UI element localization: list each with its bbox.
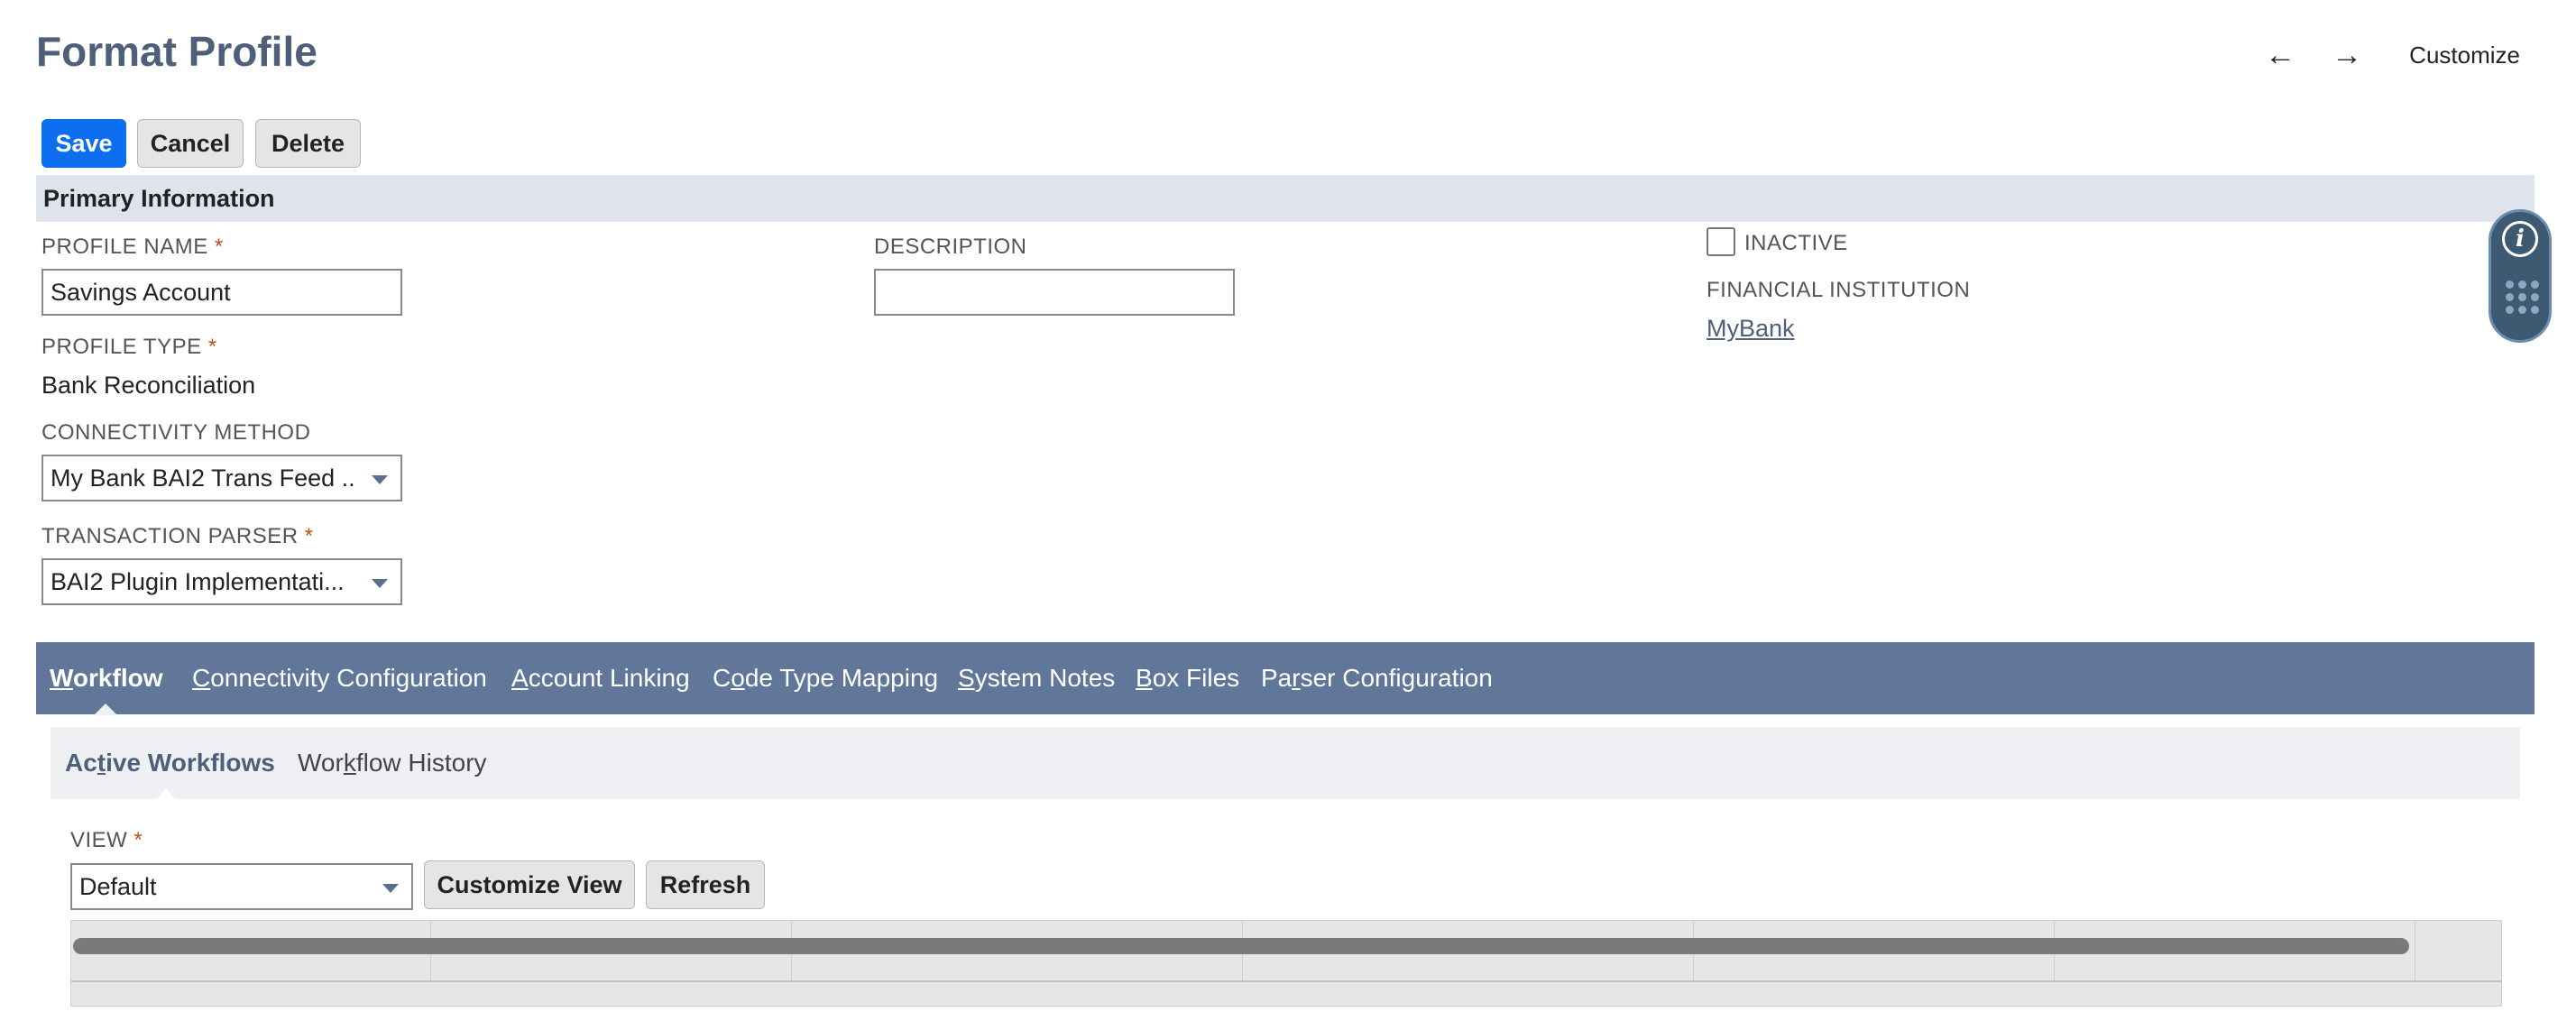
tab-accesskey: r bbox=[1292, 664, 1301, 692]
tab-accesskey: o bbox=[731, 664, 745, 692]
customize-link[interactable]: Customize bbox=[2409, 41, 2520, 69]
tab-box-files[interactable]: Box Files bbox=[1136, 642, 1239, 714]
customize-view-button[interactable]: Customize View bbox=[424, 860, 635, 909]
tab-account-linking[interactable]: Account Linking bbox=[511, 642, 690, 714]
description-label: DESCRIPTION bbox=[874, 235, 1027, 259]
tab-label: ox Files bbox=[1152, 664, 1240, 692]
tab-accesskey: C bbox=[192, 664, 211, 692]
section-title: Primary Information bbox=[43, 184, 275, 212]
left-arrow-icon[interactable]: ← bbox=[2265, 38, 2295, 73]
tab-accesskey: S bbox=[958, 664, 975, 692]
profile-name-label-text: PROFILE NAME bbox=[41, 235, 208, 259]
chevron-down-icon bbox=[372, 475, 388, 484]
subtab-accesskey: k bbox=[343, 749, 356, 777]
tab-code-type-mapping[interactable]: Code Type Mapping bbox=[713, 642, 938, 714]
tab-label: orkflow bbox=[72, 664, 163, 692]
cancel-button[interactable]: Cancel bbox=[137, 119, 244, 168]
tab-label: ser Configuration bbox=[1300, 664, 1493, 692]
transaction-parser-select[interactable]: BAI2 Plugin Implementati... bbox=[41, 558, 402, 605]
active-subtab-pointer bbox=[155, 789, 177, 800]
page-title: Format Profile bbox=[36, 28, 317, 75]
connectivity-method-select[interactable]: My Bank BAI2 Trans Feed ... bbox=[41, 455, 402, 501]
delete-button[interactable]: Delete bbox=[255, 119, 361, 168]
tab-label: onnectivity Configuration bbox=[210, 664, 487, 692]
required-mark: * bbox=[304, 524, 314, 548]
profile-name-field[interactable]: Savings Account bbox=[41, 269, 402, 316]
grid-divider bbox=[71, 980, 2501, 982]
profile-type-label: PROFILE TYPE * bbox=[41, 335, 217, 360]
inactive-label: INACTIVE bbox=[1744, 231, 1848, 255]
apps-grid-icon[interactable] bbox=[2506, 281, 2539, 314]
active-tab-pointer bbox=[94, 704, 117, 715]
financial-institution-link[interactable]: MyBank bbox=[1707, 315, 1795, 343]
financial-institution-label: FINANCIAL INSTITUTION bbox=[1707, 278, 1971, 302]
subtab-bar: Active Workflows Workflow History bbox=[51, 727, 2520, 799]
connectivity-method-value: My Bank BAI2 Trans Feed ... bbox=[51, 465, 355, 492]
profile-type-label-text: PROFILE TYPE bbox=[41, 335, 202, 359]
required-mark: * bbox=[133, 828, 143, 852]
tab-connectivity-configuration[interactable]: Connectivity Configuration bbox=[192, 642, 487, 714]
tab-accesskey: B bbox=[1136, 664, 1153, 692]
subtab-label: flow History bbox=[355, 749, 487, 777]
tab-accesskey: A bbox=[511, 664, 529, 692]
view-select-value: Default bbox=[79, 873, 157, 900]
inactive-checkbox[interactable] bbox=[1707, 227, 1735, 256]
transaction-parser-value: BAI2 Plugin Implementati... bbox=[51, 568, 345, 595]
tab-label: ystem Notes bbox=[974, 664, 1116, 692]
info-icon[interactable]: i bbox=[2502, 221, 2538, 257]
profile-type-value: Bank Reconciliation bbox=[41, 372, 256, 399]
subtab-label: ive Workflows bbox=[106, 749, 275, 777]
primary-information-header: Primary Information bbox=[36, 175, 2535, 222]
results-grid bbox=[70, 920, 2502, 1007]
transaction-parser-label-text: TRANSACTION PARSER bbox=[41, 524, 299, 548]
horizontal-scrollbar[interactable] bbox=[73, 938, 2409, 954]
view-select[interactable]: Default bbox=[70, 863, 413, 910]
tab-bar: Workflow Connectivity Configuration Acco… bbox=[36, 642, 2535, 714]
tab-parser-configuration[interactable]: Parser Configuration bbox=[1261, 642, 1493, 714]
profile-name-label: PROFILE NAME * bbox=[41, 235, 224, 260]
transaction-parser-label: TRANSACTION PARSER * bbox=[41, 524, 314, 549]
chevron-down-icon bbox=[382, 884, 399, 893]
tab-accesskey: W bbox=[50, 664, 73, 692]
tab-label: ccount Linking bbox=[528, 664, 690, 692]
tab-label-prefix: C bbox=[713, 664, 731, 692]
description-field[interactable] bbox=[874, 269, 1235, 316]
view-label: VIEW * bbox=[70, 828, 143, 853]
tab-label-prefix: Pa bbox=[1261, 664, 1293, 692]
required-mark: * bbox=[207, 335, 217, 359]
required-mark: * bbox=[214, 235, 224, 259]
subtab-label-prefix: Ac bbox=[65, 749, 97, 777]
subtab-label-prefix: Wor bbox=[298, 749, 344, 777]
top-nav: ← → Customize bbox=[2265, 38, 2520, 73]
subtab-workflow-history[interactable]: Workflow History bbox=[298, 727, 487, 799]
side-widget: i bbox=[2489, 209, 2552, 343]
chevron-down-icon bbox=[372, 579, 388, 588]
subtab-accesskey: t bbox=[97, 749, 106, 777]
tab-system-notes[interactable]: System Notes bbox=[958, 642, 1115, 714]
tab-label: de Type Mapping bbox=[744, 664, 939, 692]
view-label-text: VIEW bbox=[70, 828, 128, 852]
connectivity-method-label: CONNECTIVITY METHOD bbox=[41, 420, 311, 445]
right-arrow-icon[interactable]: → bbox=[2332, 38, 2362, 73]
refresh-button[interactable]: Refresh bbox=[646, 860, 765, 909]
save-button[interactable]: Save bbox=[41, 119, 126, 168]
subtab-active-workflows[interactable]: Active Workflows bbox=[65, 727, 275, 799]
